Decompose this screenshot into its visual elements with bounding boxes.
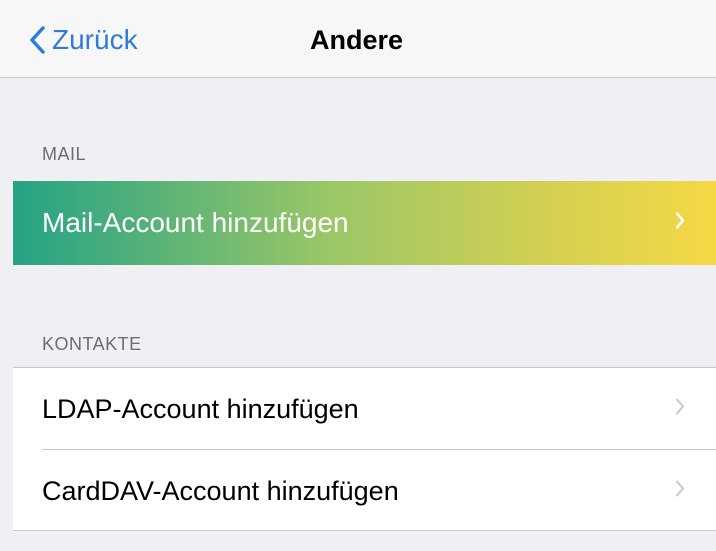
chevron-right-icon <box>674 479 686 504</box>
add-mail-account-row[interactable]: Mail-Account hinzufügen <box>13 181 716 265</box>
add-carddav-account-label: CardDAV-Account hinzufügen <box>42 475 399 506</box>
section-header-kontakte: KONTAKTE <box>42 334 142 354</box>
page-title: Andere <box>310 25 404 55</box>
section-header-mail: MAIL <box>42 144 87 164</box>
chevron-right-icon <box>674 211 686 236</box>
chevron-left-icon <box>28 25 46 55</box>
back-button[interactable]: Zurück <box>28 20 138 60</box>
navigation-bar: Zurück Andere <box>0 0 716 78</box>
add-carddav-account-row[interactable]: CardDAV-Account hinzufügen <box>13 450 716 532</box>
add-ldap-account-label: LDAP-Account hinzufügen <box>42 393 359 424</box>
back-button-label: Zurück <box>52 24 138 55</box>
add-mail-account-label: Mail-Account hinzufügen <box>42 207 349 238</box>
kontakte-group: LDAP-Account hinzufügen CardDAV-Account … <box>13 367 716 531</box>
add-ldap-account-row[interactable]: LDAP-Account hinzufügen <box>13 368 716 450</box>
chevron-right-icon <box>674 397 686 422</box>
